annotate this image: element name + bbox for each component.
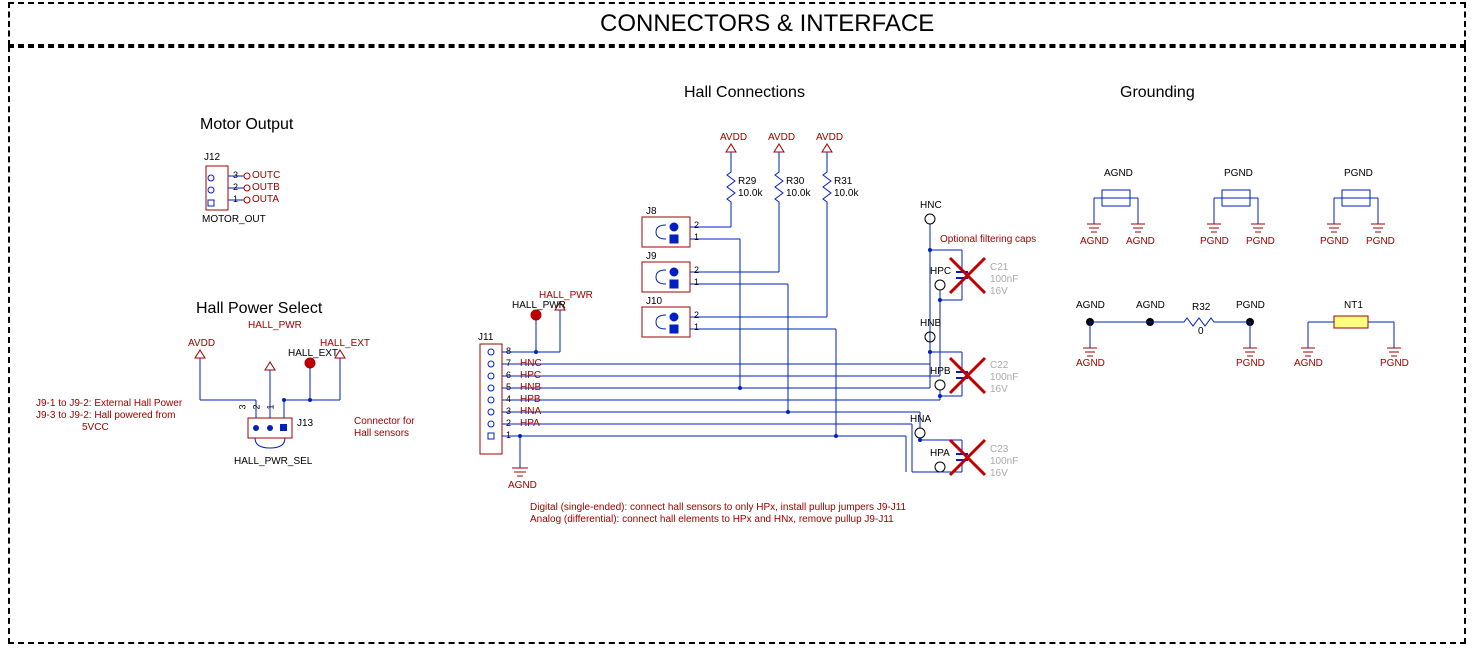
j11-ref: J11 [478, 332, 493, 343]
bridge-agnd2: AGND [1136, 300, 1165, 311]
tp-hnc: HNC [920, 200, 942, 211]
g-cap2-r: PGND [1246, 236, 1275, 247]
hc-avdd-2: AVDD [768, 132, 795, 143]
schematic-svg [0, 0, 1474, 651]
j11-p8: 8 [506, 346, 511, 356]
c23-ref: C23 [990, 444, 1008, 455]
r31-val: 10.0k [834, 188, 858, 199]
tp-hpc: HPC [930, 266, 951, 277]
j11-agnd: AGND [508, 480, 537, 491]
grounding [1083, 190, 1401, 356]
g-cap3-r: PGND [1366, 236, 1395, 247]
hps-conn-note-2: Hall sensors [354, 428, 409, 439]
hps-conn-note-1: Connector for [354, 416, 415, 427]
j12-pin3: 3 [233, 170, 238, 180]
hc-note-1: Digital (single-ended): connect hall sen… [530, 502, 906, 513]
hallpwr-tp: HALL_PWR [512, 300, 566, 311]
tp-hna: HNA [910, 414, 931, 425]
j11-n7: HNC [520, 358, 542, 369]
bridge-rgnd: PGND [1236, 358, 1265, 369]
j11-n2: HPA [520, 418, 540, 429]
c21-ref: C21 [990, 262, 1008, 273]
j11-p7: 7 [506, 358, 511, 368]
r31-ref: R31 [834, 176, 852, 187]
j10-p1: 1 [694, 322, 699, 332]
j10-ref: J10 [646, 296, 662, 307]
c23-val: 100nF [990, 456, 1018, 467]
nt1-r: PGND [1380, 358, 1409, 369]
g-cap1-r: AGND [1126, 236, 1155, 247]
j8-p1: 1 [694, 232, 699, 242]
j11-p2: 2 [506, 418, 511, 428]
j13-refdes: J13 [297, 418, 313, 429]
r30-val: 10.0k [786, 188, 810, 199]
hc-avdd-3: AVDD [816, 132, 843, 143]
bridge-lgnd: AGND [1076, 358, 1105, 369]
r29-ref: R29 [738, 176, 756, 187]
j11-p1: 1 [506, 430, 511, 440]
c22-val: 100nF [990, 372, 1018, 383]
bridge-pgnd: PGND [1236, 300, 1265, 311]
j12-pin1: 1 [233, 194, 238, 204]
filter-note: Optional filtering caps [940, 234, 1036, 245]
j12-outa: OUTA [252, 194, 279, 205]
hall-power-select [195, 350, 345, 448]
c22-vol: 16V [990, 384, 1008, 395]
g-cap3-l: PGND [1320, 236, 1349, 247]
c21-vol: 16V [990, 286, 1008, 297]
tp-hpb: HPB [930, 366, 951, 377]
c22-ref: C22 [990, 360, 1008, 371]
j11-p4: 4 [506, 394, 511, 404]
j12-outc: OUTC [252, 170, 280, 181]
bridge-agnd1: AGND [1076, 300, 1105, 311]
tp-hpa: HPA [930, 448, 950, 459]
j10-p2: 2 [694, 310, 699, 320]
j9-p2: 2 [694, 265, 699, 275]
j11-n4: HPB [520, 394, 541, 405]
j11-n3: HNA [520, 406, 541, 417]
nt1-ref: NT1 [1344, 300, 1363, 311]
j12-outb: OUTB [252, 182, 280, 193]
r29-val: 10.0k [738, 188, 762, 199]
tp-hnb: HNB [920, 318, 941, 329]
nt1-l: AGND [1294, 358, 1323, 369]
g-cap1-net: AGND [1104, 168, 1133, 179]
hps-avdd: AVDD [188, 338, 215, 349]
r30-ref: R30 [786, 176, 804, 187]
j11-n5: HNB [520, 382, 541, 393]
j13-pin1: 1 [266, 404, 276, 409]
r32-ref: R32 [1192, 302, 1210, 313]
j11-p3: 3 [506, 406, 511, 416]
j13-pin3: 3 [238, 404, 248, 409]
j8-p2: 2 [694, 220, 699, 230]
j12-pin2: 2 [233, 182, 238, 192]
hc-avdd-1: AVDD [720, 132, 747, 143]
j11-n6: HPC [520, 370, 541, 381]
c23-vol: 16V [990, 468, 1008, 479]
j13-name: HALL_PWR_SEL [234, 456, 312, 467]
j9-ref: J9 [646, 251, 657, 262]
j12-refdes: J12 [204, 152, 220, 163]
j9-p1: 1 [694, 277, 699, 287]
g-cap1-l: AGND [1080, 236, 1109, 247]
j8-ref: J8 [646, 206, 657, 217]
j11-p5: 5 [506, 382, 511, 392]
r32-val: 0 [1198, 326, 1204, 337]
hps-note-2: J9-3 to J9-2: Hall powered from [36, 410, 176, 421]
hps-note-1: J9-1 to J9-2: External Hall Power [36, 398, 182, 409]
g-cap2-l: PGND [1200, 236, 1229, 247]
hc-note-2: Analog (differential): connect hall elem… [530, 514, 894, 525]
g-cap2-net: PGND [1224, 168, 1253, 179]
c21-val: 100nF [990, 274, 1018, 285]
g-cap3-net: PGND [1344, 168, 1373, 179]
hps-hallpwr: HALL_PWR [248, 320, 302, 331]
hps-hallext-tp: HALL_EXT [288, 348, 338, 359]
hallpwr-net: HALL_PWR [539, 290, 593, 301]
j11-p6: 6 [506, 370, 511, 380]
motor-output-connector [206, 166, 250, 210]
j13-pin2: 2 [252, 404, 262, 409]
j12-name: MOTOR_OUT [202, 214, 266, 225]
hps-note-3: 5VCC [82, 422, 109, 433]
